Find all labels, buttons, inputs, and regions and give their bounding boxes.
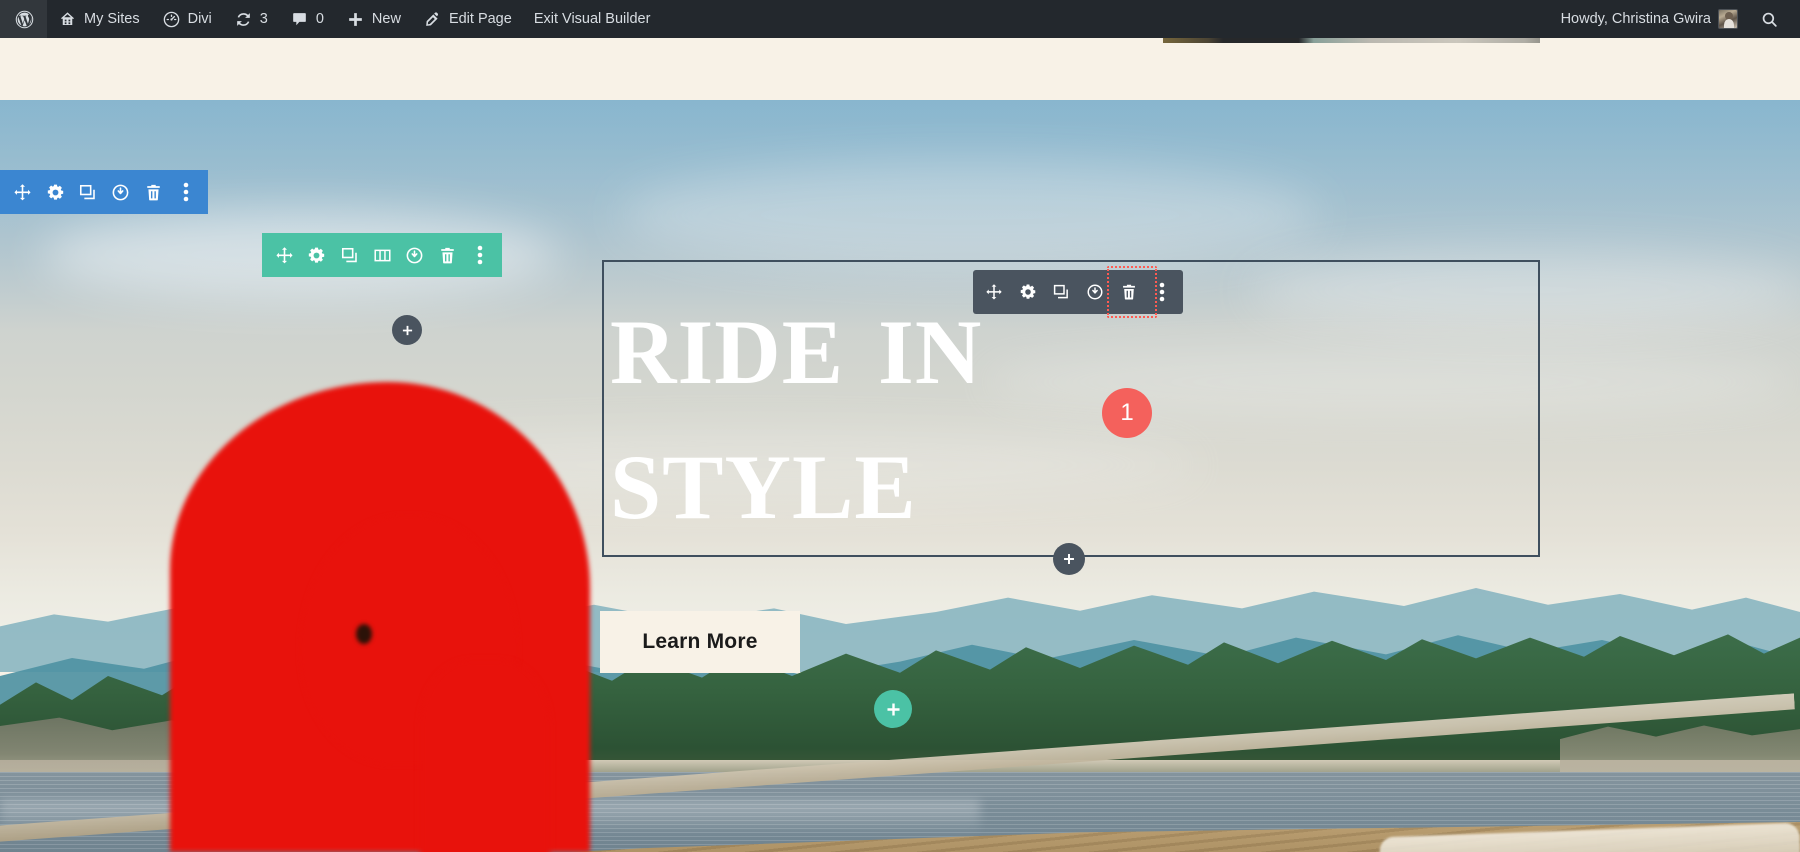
admin-bar-label-divi: Divi [188,11,212,27]
duplicate-icon [1052,283,1070,301]
module-toolbar [973,270,1183,314]
move-row-button[interactable] [268,233,301,277]
pencil-icon [423,10,442,29]
duplicate-section-button[interactable] [71,170,104,214]
disable-row-button[interactable] [398,233,431,277]
learn-more-button[interactable]: Learn More [600,611,800,673]
admin-bar-left-group: My Sites Divi 3 [0,0,661,38]
trash-icon [438,246,457,265]
search-icon [1760,10,1779,29]
admin-bar-label-updates-count: 3 [260,11,268,27]
module-settings-button[interactable] [1011,270,1045,314]
admin-bar-label-my-sites: My Sites [84,11,140,27]
admin-bar-label-edit-page: Edit Page [449,11,512,27]
move-section-button[interactable] [6,170,39,214]
admin-bar-item-exit-visual-builder[interactable]: Exit Visual Builder [523,0,662,38]
move-module-button[interactable] [977,270,1011,314]
admin-bar-item-updates[interactable]: 3 [223,0,279,38]
section-toolbar [0,170,208,214]
admin-bar-label-comments-count: 0 [316,11,324,27]
gear-icon [307,246,326,265]
plus-icon [346,10,365,29]
comment-bubble-icon [290,10,309,29]
photo-masked-person-eye [356,624,372,644]
trash-icon [1120,283,1138,301]
row-more-options-button[interactable] [463,233,496,277]
delete-section-button[interactable] [137,170,170,214]
previous-section-sliver [1163,38,1540,43]
move-icon [985,283,1003,301]
add-section-button[interactable] [874,690,912,728]
divi-icon [162,10,181,29]
row-settings-button[interactable] [301,233,334,277]
ellipsis-icon [477,245,483,265]
wordpress-logo-icon [14,9,35,30]
admin-bar-item-divi[interactable]: Divi [151,0,223,38]
admin-bar-right-group: Howdy, Christina Gwira [1550,0,1800,38]
admin-bar-item-my-sites[interactable]: My Sites [47,0,151,38]
move-icon [13,183,32,202]
module-more-options-button[interactable] [1145,270,1179,314]
ellipsis-icon [1159,282,1165,302]
add-row-button[interactable] [392,315,422,345]
plus-icon [885,701,902,718]
updates-icon [234,10,253,29]
gear-icon [1019,283,1037,301]
duplicate-module-button[interactable] [1044,270,1078,314]
admin-bar-item-my-account[interactable]: Howdy, Christina Gwira [1550,0,1749,38]
power-icon [1086,283,1104,301]
plus-icon [1062,552,1076,566]
admin-bar-item-search[interactable] [1749,0,1790,38]
disable-module-button[interactable] [1078,270,1112,314]
click-count-badge: 1 [1102,388,1152,438]
power-icon [111,183,130,202]
admin-bar-item-wp-logo[interactable] [0,0,47,38]
delete-module-button[interactable] [1112,270,1146,314]
section-settings-button[interactable] [39,170,72,214]
trash-icon [144,183,163,202]
duplicate-icon [78,183,97,202]
howdy-label: Howdy, Christina Gwira [1561,11,1711,27]
duplicate-row-button[interactable] [333,233,366,277]
plus-icon [401,324,414,337]
row-toolbar [262,233,502,277]
page-canvas: Ride In Style Learn More [0,38,1800,852]
ellipsis-icon [183,182,189,202]
admin-bar-label-exit-visual-builder: Exit Visual Builder [534,11,651,27]
sites-icon [58,10,77,29]
photo-cloud [620,160,1320,270]
wp-admin-bar: My Sites Divi 3 [0,0,1800,38]
add-module-button[interactable] [1053,543,1085,575]
admin-bar-item-new[interactable]: New [335,0,412,38]
admin-bar-label-new: New [372,11,401,27]
section-more-options-button[interactable] [169,170,202,214]
hero-heading-line-2: Style [610,407,1530,542]
gear-icon [46,183,65,202]
duplicate-icon [340,246,359,265]
avatar [1718,9,1738,29]
row-column-structure-button[interactable] [366,233,399,277]
admin-bar-item-edit-page[interactable]: Edit Page [412,0,523,38]
move-icon [275,246,294,265]
photo-masked-person-hair [420,660,550,852]
disable-section-button[interactable] [104,170,137,214]
delete-row-button[interactable] [431,233,464,277]
hero-section: Ride In Style Learn More [0,100,1800,852]
columns-icon [373,246,392,265]
admin-bar-item-comments[interactable]: 0 [279,0,335,38]
power-icon [405,246,424,265]
